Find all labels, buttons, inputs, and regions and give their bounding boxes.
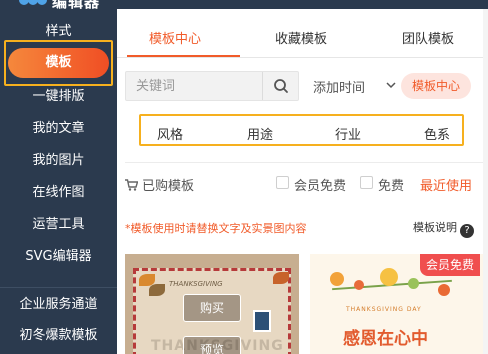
app-logo-text: 编辑器 bbox=[52, 0, 101, 9]
search-button[interactable] bbox=[262, 72, 299, 100]
chevron-down-icon[interactable] bbox=[385, 79, 397, 91]
question-icon: ? bbox=[460, 224, 474, 238]
filter-color[interactable]: 色系 bbox=[424, 124, 450, 143]
free-label[interactable]: 免费 bbox=[378, 175, 404, 194]
search-input[interactable] bbox=[126, 72, 262, 100]
sort-select[interactable]: 添加时间 bbox=[313, 77, 365, 96]
sidebar-item-ops-tools[interactable]: 运营工具 bbox=[0, 212, 117, 238]
sidebar-item-one-click-layout[interactable]: 一键排版 bbox=[0, 84, 117, 110]
template-center-button[interactable]: 模板中心 bbox=[401, 73, 471, 99]
card-small-title: THANKSGIVING DAY bbox=[346, 306, 422, 313]
filter-bar: 风格 用途 行业 色系 bbox=[139, 114, 464, 146]
stamp-icon bbox=[253, 310, 271, 332]
search-box bbox=[125, 71, 299, 101]
sidebar-item-svg-editor[interactable]: SVG编辑器 bbox=[0, 244, 117, 270]
member-free-label[interactable]: 会员免费 bbox=[294, 175, 346, 194]
flower-icon bbox=[438, 284, 450, 296]
purchased-templates-label: 已购模板 bbox=[142, 179, 195, 194]
tab-favorite-templates[interactable]: 收藏模板 bbox=[275, 28, 327, 47]
sidebar-item-online-design[interactable]: 在线作图 bbox=[0, 180, 117, 206]
sidebar: 样式 模板 一键排版 我的文章 我的图片 在线作图 运营工具 SVG编辑器 企业… bbox=[0, 9, 117, 354]
top-bar: 编辑器 bbox=[0, 0, 488, 9]
member-free-badge: 会员免费 bbox=[420, 254, 480, 276]
filter-industry[interactable]: 行业 bbox=[335, 124, 361, 143]
template-notice: *模板使用时请替换文字及实景图内容 bbox=[125, 222, 307, 235]
sidebar-item-enterprise-service[interactable]: 企业服务通道 bbox=[0, 292, 117, 318]
logo-icon bbox=[19, 0, 47, 5]
recently-used-link[interactable]: 最近使用 bbox=[420, 175, 472, 194]
buy-button[interactable]: 购买 bbox=[183, 294, 241, 322]
free-checkbox[interactable] bbox=[360, 176, 373, 189]
cart-icon bbox=[125, 179, 138, 191]
search-icon bbox=[274, 79, 288, 93]
template-card[interactable]: THANKSGIVING THANKSGIVING 购买 预览 bbox=[125, 254, 299, 354]
leaf-decoration-icon bbox=[149, 284, 165, 296]
purchased-templates-link[interactable]: 已购模板 bbox=[125, 175, 195, 194]
leaf-decoration-icon bbox=[273, 272, 289, 284]
member-free-checkbox[interactable] bbox=[276, 176, 289, 189]
sidebar-active-highlight: 模板 bbox=[4, 40, 113, 86]
template-panel: 模板中心 收藏模板 团队模板 添加时间 模板中心 风格 用途 行业 色系 已购模… bbox=[117, 9, 488, 354]
scrollbar[interactable] bbox=[483, 9, 488, 354]
sidebar-item-my-images[interactable]: 我的图片 bbox=[0, 148, 117, 174]
sidebar-divider bbox=[0, 287, 117, 288]
filter-purpose[interactable]: 用途 bbox=[247, 124, 273, 143]
filter-style[interactable]: 风格 bbox=[157, 124, 183, 143]
template-help-link[interactable]: 模板说明? bbox=[413, 219, 474, 238]
sidebar-item-my-articles[interactable]: 我的文章 bbox=[0, 116, 117, 142]
flower-icon bbox=[380, 268, 398, 286]
flower-icon bbox=[330, 272, 344, 286]
sidebar-item-template[interactable]: 模板 bbox=[8, 48, 109, 78]
template-tabs: 模板中心 收藏模板 团队模板 bbox=[117, 9, 488, 58]
section-divider bbox=[125, 162, 485, 163]
tab-template-center[interactable]: 模板中心 bbox=[149, 28, 201, 47]
flower-icon bbox=[354, 280, 364, 290]
tab-team-templates[interactable]: 团队模板 bbox=[402, 28, 454, 47]
card-small-title: THANKSGIVING bbox=[169, 280, 223, 288]
leaf-icon bbox=[408, 278, 419, 289]
template-card[interactable]: THANKSGIVING DAY 感恩在心中 会员免费 bbox=[310, 254, 484, 354]
active-tab-underline bbox=[127, 55, 240, 57]
card-big-title: 感恩在心中 bbox=[343, 329, 428, 349]
template-help-label: 模板说明 bbox=[413, 221, 457, 234]
sidebar-item-winter-templates[interactable]: 初冬爆款模板 bbox=[0, 323, 117, 349]
preview-button[interactable]: 预览 bbox=[183, 336, 241, 354]
